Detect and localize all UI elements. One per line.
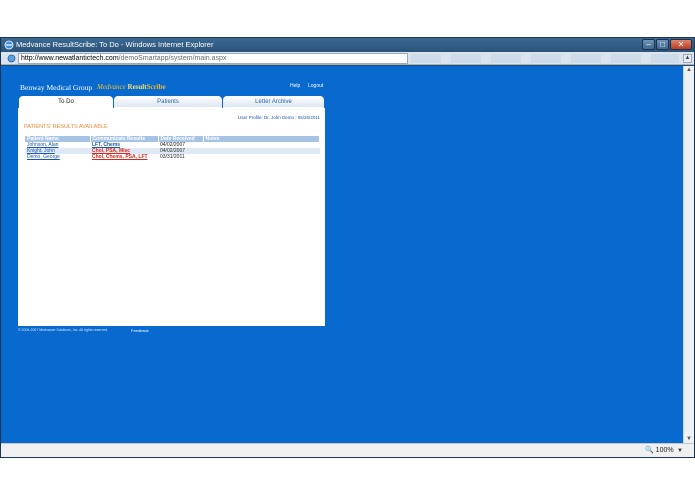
zoom-level[interactable]: 🔍 100%: [645, 446, 674, 456]
zoom-dropdown-icon[interactable]: ▼: [677, 446, 683, 456]
communicate-results-link[interactable]: Chol, Chems, PSA, LFT: [92, 154, 148, 160]
toolbar-area: [411, 54, 679, 63]
window-title: Medvance ResultScribe: To Do - Windows I…: [16, 40, 214, 49]
help-link[interactable]: Help: [290, 83, 300, 89]
brand-name: Benway Medical Group: [20, 83, 93, 92]
address-bar: http://www.newatlantictech.com/demoSmart…: [1, 52, 694, 65]
scroll-down-icon[interactable]: ▼: [685, 435, 693, 443]
browser-window: Medvance ResultScribe: To Do - Windows I…: [0, 37, 695, 458]
results-heading: PATIENTS' RESULTS AVAILABLE: [24, 124, 108, 130]
feedback-link[interactable]: Feedback: [131, 328, 149, 333]
vertical-scrollbar[interactable]: ▲ ▼: [683, 66, 694, 443]
logo-scribe: Scribe: [146, 83, 166, 91]
minimize-button[interactable]: –: [642, 39, 655, 50]
resultscribe-logo: Medvance ResultScribe: [97, 83, 166, 91]
page-icon: [7, 54, 16, 63]
todo-panel: User Profile: Dr. John Demo : 05/26/2011…: [18, 108, 325, 326]
table-row: Demo, George Chol, Chems, PSA, LFT 03/31…: [25, 154, 320, 160]
zoom-value: 100%: [655, 447, 674, 454]
addressbar-scroll-icon[interactable]: ▲: [683, 54, 692, 63]
copyright-text: © 2004-2007 Medvance Solutions, Inc. All…: [18, 328, 109, 332]
logout-link[interactable]: Logout: [308, 83, 323, 89]
tab-letter-archive[interactable]: Letter Archive: [223, 96, 324, 108]
tab-patients[interactable]: Patients: [114, 96, 222, 108]
notes-cell: [203, 154, 320, 160]
maximize-button[interactable]: □: [656, 39, 669, 50]
patient-name-link[interactable]: Demo, George: [27, 154, 60, 160]
logo-result: Result: [127, 83, 147, 91]
page-content: Benway Medical Group Medvance ResultScri…: [1, 66, 683, 443]
title-bar[interactable]: Medvance ResultScribe: To Do - Windows I…: [1, 38, 694, 52]
results-table: Patient Name Communicate Results Date Re…: [25, 136, 320, 160]
close-button[interactable]: ✕: [670, 39, 692, 50]
logo-medvance: Medvance: [97, 83, 126, 91]
date-received: 03/31/2011: [160, 154, 185, 160]
scroll-up-icon[interactable]: ▲: [685, 66, 693, 74]
ie-icon: [4, 40, 14, 50]
status-bar: 🔍 100% ▼: [1, 443, 694, 457]
url-host: http://www.newatlantictech.com: [21, 55, 119, 62]
user-profile: User Profile: Dr. John Demo : 05/26/2011: [238, 115, 320, 120]
url-field[interactable]: http://www.newatlantictech.com/demoSmart…: [18, 53, 408, 64]
url-path: /demoSmartapp/system/main.aspx: [118, 55, 227, 62]
zoom-icon: 🔍: [645, 447, 654, 454]
